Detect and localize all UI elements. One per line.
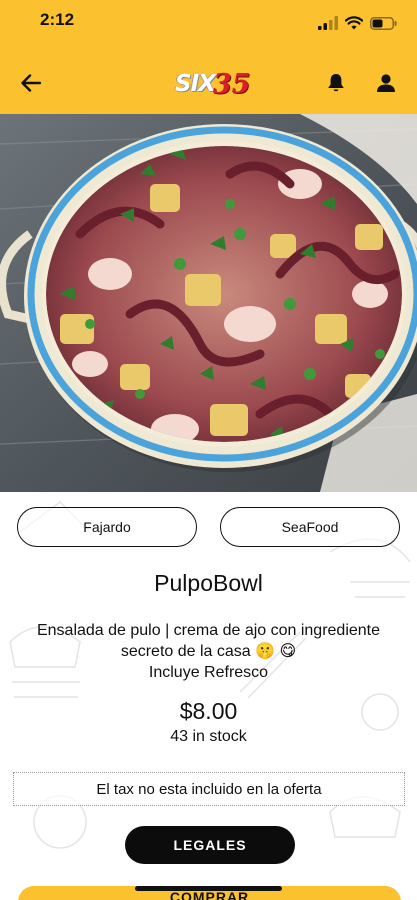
description-line-1: Ensalada de pulo | crema de ajo con ingr… [36, 622, 381, 639]
tax-notice: El tax no esta incluido en la oferta [13, 772, 405, 806]
app-bar: SIX 35 [0, 56, 417, 114]
product-details: Fajardo SeaFood PulpoBowl Ensalada de pu… [0, 492, 417, 900]
notifications-button[interactable] [321, 70, 351, 100]
tag-category[interactable]: SeaFood [220, 507, 400, 547]
back-arrow-icon [21, 73, 42, 97]
product-title: PulpoBowl [154, 570, 263, 596]
battery-icon [370, 16, 397, 35]
app-logo: SIX 35 [175, 66, 250, 102]
user-icon [376, 73, 396, 98]
status-bar: 2:12 [0, 0, 417, 56]
wifi-icon [344, 16, 364, 35]
stock-status: 43 in stock [170, 728, 247, 745]
status-icons [318, 16, 397, 35]
tax-notice-text: El tax no esta incluido en la oferta [96, 780, 322, 798]
tag-location[interactable]: Fajardo [17, 507, 197, 547]
logo-number-text: 35 [212, 68, 251, 100]
home-indicator [135, 886, 282, 891]
product-price: $8.00 [179, 698, 238, 724]
legales-button[interactable]: LEGALES [125, 826, 295, 864]
status-time: 2:12 [40, 10, 75, 29]
profile-button[interactable] [371, 70, 401, 100]
description-line-3: Incluye Refresco [148, 664, 269, 681]
logo-six-text: SIX [175, 71, 216, 97]
product-description: Ensalada de pulo | crema de ajo con ingr… [14, 620, 403, 683]
bell-icon [327, 73, 345, 98]
signal-icon [318, 16, 338, 35]
back-button[interactable] [16, 70, 46, 100]
product-image [0, 114, 417, 492]
description-line-2: secreto de la casa 🤫 😋 [120, 643, 297, 660]
